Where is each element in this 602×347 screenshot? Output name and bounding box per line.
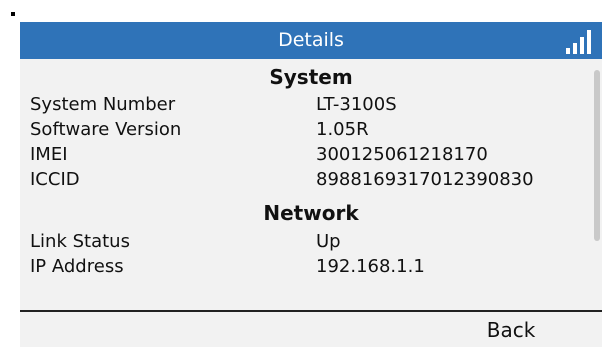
- details-list[interactable]: System System Number LT-3100S Software V…: [20, 59, 602, 310]
- device-screen: Details System System Number LT-3100S So…: [20, 22, 602, 347]
- row-label: System Number: [30, 94, 176, 115]
- title-bar: Details: [20, 22, 602, 59]
- row-value: 192.168.1.1: [316, 256, 425, 277]
- row-system-number: System Number LT-3100S: [30, 94, 590, 119]
- back-button[interactable]: Back: [475, 314, 547, 346]
- row-value: LT-3100S: [316, 94, 397, 115]
- row-label: Software Version: [30, 119, 182, 140]
- softkey-divider: [20, 310, 602, 312]
- row-iccid: ICCID 8988169317012390830: [30, 169, 590, 194]
- scrollbar[interactable]: [594, 70, 600, 241]
- row-value: Up: [316, 231, 341, 252]
- corner-dot: [11, 12, 15, 16]
- row-value: 300125061218170: [316, 144, 488, 165]
- signal-bars-icon: [566, 30, 591, 54]
- row-label: ICCID: [30, 169, 80, 190]
- row-label: Link Status: [30, 231, 130, 252]
- row-label: IMEI: [30, 144, 68, 165]
- section-title-system: System: [269, 65, 353, 89]
- page-title: Details: [278, 29, 344, 51]
- row-value: 8988169317012390830: [316, 169, 534, 190]
- section-title-network: Network: [263, 201, 359, 225]
- row-label: IP Address: [30, 256, 124, 277]
- row-software-version: Software Version 1.05R: [30, 119, 590, 144]
- row-imei: IMEI 300125061218170: [30, 144, 590, 169]
- row-ip-address: IP Address 192.168.1.1: [30, 256, 590, 281]
- row-value: 1.05R: [316, 119, 369, 140]
- row-link-status: Link Status Up: [30, 231, 590, 256]
